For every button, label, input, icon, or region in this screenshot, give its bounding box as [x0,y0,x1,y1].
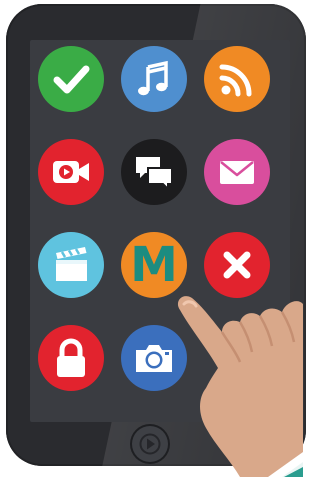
music-note-icon [138,60,168,96]
home-button[interactable] [130,424,170,464]
app-music[interactable] [121,46,187,112]
pointing-hand [177,296,303,477]
app-chat[interactable] [121,139,187,205]
play-triangle-icon [139,433,161,455]
clapperboard-icon [56,247,87,281]
app-movie[interactable] [38,232,104,298]
app-checkmark[interactable] [38,46,104,112]
close-x-icon [223,251,251,279]
app-mail[interactable] [204,139,270,205]
chat-bubbles-icon [136,157,173,192]
checkmark-icon [53,65,90,94]
video-camera-icon [53,161,89,183]
app-rss[interactable] [204,46,270,112]
app-lock[interactable] [38,325,104,391]
envelope-icon [220,161,254,184]
padlock-icon [57,338,85,377]
rss-feed-icon [219,64,252,97]
app-video[interactable] [38,139,104,205]
